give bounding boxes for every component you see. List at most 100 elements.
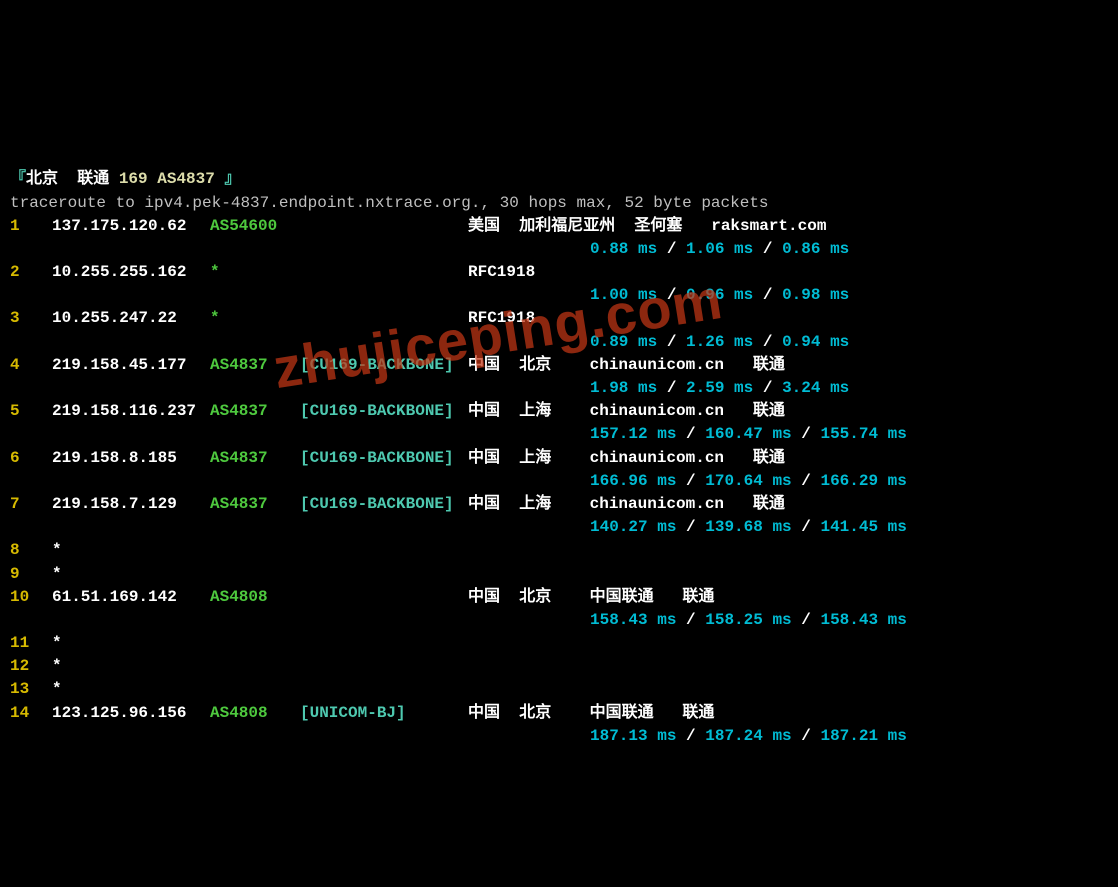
hop-ip: 137.175.120.62 [52,215,210,238]
hop-tag: [CU169-BACKBONE] [300,354,468,377]
latency-value: 160.47 ms [705,425,791,443]
latency-value: 140.27 ms [590,518,676,536]
latency-separator: / [676,472,705,490]
latency-value: 0.98 ms [782,286,849,304]
hop-latency-row: 0.89 ms / 1.26 ms / 0.94 ms [10,331,1108,354]
terminal-output: 『北京 联通 169 AS4837 』 traceroute to ipv4.p… [10,145,1108,771]
hop-ip: * [52,655,210,678]
hop-geo: 中国 北京 中国联通 联通 [468,702,714,725]
hop-ip: 123.125.96.156 [52,702,210,725]
latency-separator: / [657,240,686,258]
hop-geo: RFC1918 [468,261,535,284]
hop-number: 7 [10,493,52,516]
header-asn: 169 AS4837 [119,170,215,188]
hop-latency-row: 1.00 ms / 0.96 ms / 0.98 ms [10,284,1108,307]
hop-latency-row: 140.27 ms / 139.68 ms / 141.45 ms [10,516,1108,539]
hops-container: 1137.175.120.62AS54600美国 加利福尼亚州 圣何塞 raks… [10,215,1108,748]
hop-ip: * [52,539,210,562]
hop-tag: [UNICOM-BJ] [300,702,468,725]
hop-number: 4 [10,354,52,377]
hop-number: 12 [10,655,52,678]
hop-geo: RFC1918 [468,307,535,330]
hop-number: 8 [10,539,52,562]
latency-value: 1.00 ms [590,286,657,304]
hop-ip: 219.158.45.177 [52,354,210,377]
hop-ip: 219.158.116.237 [52,400,210,423]
hop-row: 1137.175.120.62AS54600美国 加利福尼亚州 圣何塞 raks… [10,215,1108,238]
hop-row: 12* [10,655,1108,678]
hop-asn: AS4837 [210,493,300,516]
hop-asn: * [210,261,300,284]
latency-separator: / [676,611,705,629]
latency-value: 170.64 ms [705,472,791,490]
hop-ip: 219.158.8.185 [52,447,210,470]
hop-number: 1 [10,215,52,238]
hop-number: 9 [10,563,52,586]
hop-latency-row: 0.88 ms / 1.06 ms / 0.86 ms [10,238,1108,261]
hop-tag: [CU169-BACKBONE] [300,400,468,423]
latency-separator: / [753,240,782,258]
latency-value: 187.24 ms [705,727,791,745]
hop-ip: 219.158.7.129 [52,493,210,516]
latency-separator: / [657,333,686,351]
hop-ip: 61.51.169.142 [52,586,210,609]
command-line: traceroute to ipv4.pek-4837.endpoint.nxt… [10,194,769,212]
latency-value: 0.88 ms [590,240,657,258]
hop-number: 2 [10,261,52,284]
hop-row: 210.255.255.162* RFC1918 [10,261,1108,284]
latency-value: 158.25 ms [705,611,791,629]
latency-value: 187.13 ms [590,727,676,745]
latency-separator: / [792,518,821,536]
latency-value: 0.86 ms [782,240,849,258]
hop-row: 6219.158.8.185AS4837[CU169-BACKBONE]中国 上… [10,447,1108,470]
hop-row: 1061.51.169.142AS4808中国 北京 中国联通 联通 [10,586,1108,609]
latency-separator: / [792,727,821,745]
hop-number: 3 [10,307,52,330]
hop-latency-row: 1.98 ms / 2.59 ms / 3.24 ms [10,377,1108,400]
hop-asn: AS4837 [210,354,300,377]
latency-value: 1.06 ms [686,240,753,258]
hop-geo: 中国 上海 chinaunicom.cn 联通 [468,493,785,516]
hop-number: 6 [10,447,52,470]
hop-latency-row: 158.43 ms / 158.25 ms / 158.43 ms [10,609,1108,632]
hop-row: 5219.158.116.237AS4837[CU169-BACKBONE]中国… [10,400,1108,423]
hop-tag: [CU169-BACKBONE] [300,447,468,470]
hop-row: 14123.125.96.156AS4808[UNICOM-BJ]中国 北京 中… [10,702,1108,725]
hop-asn: AS4808 [210,586,300,609]
hop-row: 9* [10,563,1108,586]
hop-row: 4219.158.45.177AS4837[CU169-BACKBONE]中国 … [10,354,1108,377]
hop-number: 5 [10,400,52,423]
latency-value: 0.89 ms [590,333,657,351]
hop-geo: 美国 加利福尼亚州 圣何塞 raksmart.com [468,215,826,238]
latency-value: 1.26 ms [686,333,753,351]
header-close: 』 [215,170,241,188]
latency-separator: / [676,727,705,745]
hop-ip: * [52,563,210,586]
latency-value: 166.96 ms [590,472,676,490]
hop-number: 14 [10,702,52,725]
latency-value: 141.45 ms [820,518,906,536]
hop-number: 11 [10,632,52,655]
hop-row: 13* [10,678,1108,701]
hop-number: 10 [10,586,52,609]
latency-separator: / [753,286,782,304]
latency-value: 158.43 ms [590,611,676,629]
latency-value: 0.94 ms [782,333,849,351]
latency-value: 139.68 ms [705,518,791,536]
hop-ip: * [52,678,210,701]
latency-value: 158.43 ms [820,611,906,629]
latency-value: 155.74 ms [820,425,906,443]
hop-row: 11* [10,632,1108,655]
hop-ip: 10.255.255.162 [52,261,210,284]
latency-value: 0.96 ms [686,286,753,304]
hop-asn: AS4837 [210,447,300,470]
latency-separator: / [657,286,686,304]
hop-row: 7219.158.7.129AS4837[CU169-BACKBONE]中国 上… [10,493,1108,516]
hop-asn: AS4837 [210,400,300,423]
latency-separator: / [676,425,705,443]
latency-separator: / [753,379,782,397]
latency-separator: / [753,333,782,351]
hop-number: 13 [10,678,52,701]
header-open: 『 [10,170,26,188]
header-location: 北京 联通 [26,170,119,188]
